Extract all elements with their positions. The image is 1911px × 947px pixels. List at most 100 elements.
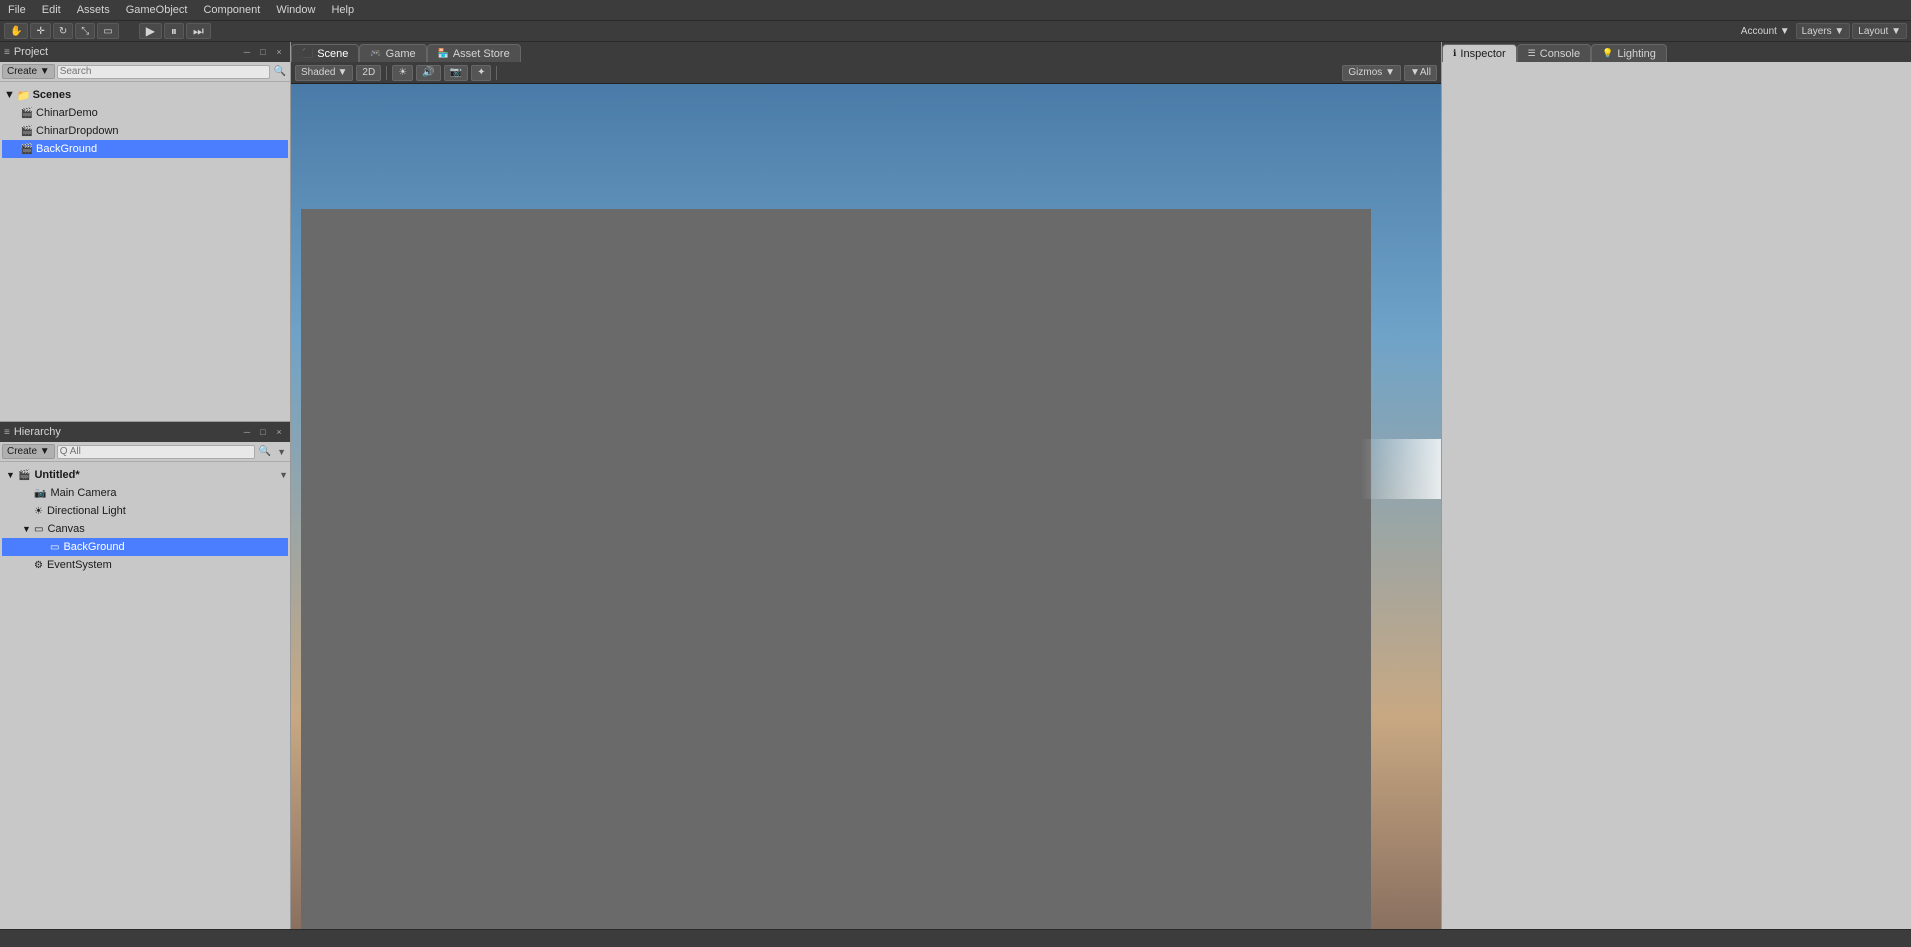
transform-rect-tool[interactable]: ▭ <box>97 23 118 39</box>
inspector-tab-icon: ℹ <box>1453 48 1456 59</box>
pause-button[interactable]: ⏸ <box>164 23 184 39</box>
tab-inspector[interactable]: ℹ Inspector <box>1442 44 1517 62</box>
canvas-arrow-icon: ▼ <box>22 524 32 534</box>
scenes-folder[interactable]: ▼ 📁 Scenes <box>2 86 288 104</box>
2d-label: 2D <box>362 67 375 78</box>
layers-all-label: ▼All <box>1410 67 1431 78</box>
project-minimize-btn[interactable]: ─ <box>240 45 254 59</box>
2d-toggle-btn[interactable]: 2D <box>356 65 381 81</box>
hierarchy-directional-light[interactable]: ☀ Directional Light <box>2 502 288 520</box>
hierarchy-content: ▼ 🎬 Untitled* ▼ 📷 Main Camera ☀ Directio… <box>0 462 290 929</box>
toolbar-separator-2 <box>496 66 497 80</box>
layout-dropdown[interactable]: Layout ▼ <box>1852 23 1907 39</box>
scenes-folder-icon: 📁 <box>17 89 31 102</box>
light-icon: ☀ <box>34 506 43 517</box>
hierarchy-maximize-btn[interactable]: □ <box>256 425 270 439</box>
menu-assets[interactable]: Assets <box>73 4 114 16</box>
project-search-input[interactable] <box>57 65 270 79</box>
gizmos-dropdown[interactable]: Gizmos ▼ <box>1342 65 1401 81</box>
tab-lighting[interactable]: 💡 Lighting <box>1591 44 1667 62</box>
menu-file[interactable]: File <box>4 4 30 16</box>
hierarchy-close-btn[interactable]: × <box>272 425 286 439</box>
hierarchy-canvas[interactable]: ▼ ▭ Canvas <box>2 520 288 538</box>
transform-hand-tool[interactable]: ✋ <box>4 23 28 39</box>
project-toolbar: Create ▼ 🔍 <box>0 62 290 82</box>
game-tab-icon: 🎮 <box>370 48 381 59</box>
menu-help[interactable]: Help <box>327 4 358 16</box>
scene-audio-btn[interactable]: 🔊 <box>416 65 440 81</box>
status-bar <box>0 929 1911 947</box>
menu-window[interactable]: Window <box>272 4 319 16</box>
shading-dropdown[interactable]: Shaded ▼ <box>295 65 353 81</box>
asset-tab-label: Asset Store <box>453 48 510 60</box>
step-button[interactable]: ⏭ <box>186 23 211 39</box>
layers-all-btn[interactable]: ▼All <box>1404 65 1437 81</box>
scene-options-btn[interactable]: ▼ <box>279 470 288 480</box>
project-scenes-section: ▼ 📁 Scenes 🎬 ChinarDemo 🎬 ChinarDropdown… <box>2 86 288 158</box>
scene-icon-1: 🎬 <box>20 108 34 119</box>
tab-console[interactable]: ☰ Console <box>1517 44 1591 62</box>
no-arrow-2 <box>22 506 32 516</box>
tab-scene[interactable]: ⬛ Scene <box>291 44 359 62</box>
transform-move-tool[interactable]: ✛ <box>30 23 50 39</box>
scene-view-toolbar: Shaded ▼ 2D ☀ 🔊 📷 ✦ Gizmos ▼ ▼All <box>291 62 1441 84</box>
scene-horizon-glow <box>1361 439 1441 499</box>
scene-tab-icon: ⬛ <box>302 48 313 59</box>
no-arrow-4 <box>22 560 32 570</box>
transform-scale-tool[interactable]: ⤡ <box>75 23 95 39</box>
hierarchy-icon: ≡ <box>4 427 10 438</box>
shading-label: Shaded <box>301 67 335 78</box>
hierarchy-toolbar: Create ▼ 🔍 ▼ <box>0 442 290 462</box>
scene-tab-label: Scene <box>317 48 348 60</box>
event-system-label: EventSystem <box>47 559 112 571</box>
scene-viewport[interactable] <box>291 84 1441 929</box>
project-item-chinar-demo[interactable]: 🎬 ChinarDemo <box>2 104 288 122</box>
top-menu-bar: File Edit Assets GameObject Component Wi… <box>0 0 1911 20</box>
background-icon: ▭ <box>50 542 59 553</box>
hierarchy-main-camera[interactable]: 📷 Main Camera <box>2 484 288 502</box>
scene-icon-3: 🎬 <box>20 144 34 155</box>
scene-fx-btn[interactable]: ✦ <box>471 65 491 81</box>
hierarchy-event-system[interactable]: ⚙ EventSystem <box>2 556 288 574</box>
scene-lights-btn[interactable]: ☀ <box>392 65 413 81</box>
canvas-icon: ▭ <box>34 524 43 535</box>
project-close-btn[interactable]: × <box>272 45 286 59</box>
no-arrow-3 <box>38 542 48 552</box>
gizmos-label: Gizmos ▼ <box>1348 67 1395 78</box>
hierarchy-create-btn[interactable]: Create ▼ <box>2 444 55 459</box>
account-dropdown[interactable]: Account ▼ <box>1737 26 1794 37</box>
shading-arrow: ▼ <box>337 67 347 78</box>
tab-asset-store[interactable]: 🏪 Asset Store <box>427 44 521 62</box>
console-tab-label: Console <box>1540 48 1580 60</box>
tab-game[interactable]: 🎮 Game <box>359 44 426 62</box>
project-item-background[interactable]: 🎬 BackGround <box>2 140 288 158</box>
scene-camera-btn[interactable]: 📷 <box>444 65 468 81</box>
menu-component[interactable]: Component <box>199 4 264 16</box>
menu-edit[interactable]: Edit <box>38 4 65 16</box>
play-button[interactable]: ▶ <box>139 23 162 39</box>
hierarchy-filter-btn[interactable]: ▼ <box>275 447 288 457</box>
asset-tab-icon: 🏪 <box>438 48 449 59</box>
project-item-chinar-dropdown[interactable]: 🎬 ChinarDropdown <box>2 122 288 140</box>
project-maximize-btn[interactable]: □ <box>256 45 270 59</box>
scene-name-label: Untitled* <box>34 469 79 481</box>
hierarchy-search-input[interactable] <box>57 445 255 459</box>
scenes-arrow-icon: ▼ <box>4 89 15 101</box>
hierarchy-minimize-btn[interactable]: ─ <box>240 425 254 439</box>
directional-light-label: Directional Light <box>47 505 126 517</box>
console-tab-icon: ☰ <box>1528 48 1536 59</box>
menu-gameobject[interactable]: GameObject <box>122 4 192 16</box>
hierarchy-panel-title: Hierarchy <box>14 426 61 438</box>
scene-collapse-arrow: ▼ <box>6 470 16 480</box>
main-camera-label: Main Camera <box>50 487 116 499</box>
hierarchy-scene-root[interactable]: ▼ 🎬 Untitled* ▼ <box>2 466 288 484</box>
project-create-btn[interactable]: Create ▼ <box>2 64 55 79</box>
left-panels: ≡ Project ─ □ × Create ▼ 🔍 ▼ 📁 Sc <box>0 42 291 929</box>
toolbar-separator-1 <box>386 66 387 80</box>
project-panel-header: ≡ Project ─ □ × <box>0 42 290 62</box>
layers-dropdown[interactable]: Layers ▼ <box>1796 23 1851 39</box>
hierarchy-background[interactable]: ▭ BackGround <box>2 538 288 556</box>
inspector-tab-label: Inspector <box>1460 48 1505 60</box>
project-item-label-background: BackGround <box>36 143 97 155</box>
transform-rotate-tool[interactable]: ↻ <box>53 23 73 39</box>
